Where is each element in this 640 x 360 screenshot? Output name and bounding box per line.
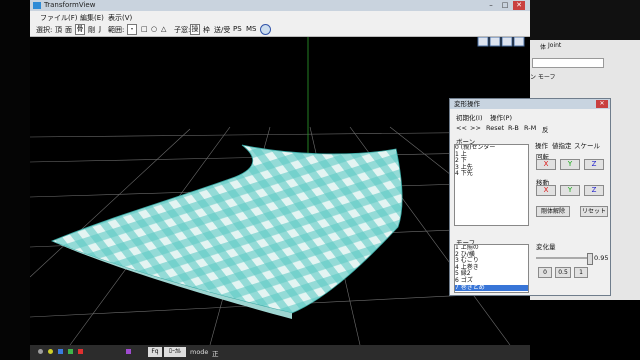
- dialog-title: 変形操作: [450, 99, 610, 109]
- variation-label: 変化量: [536, 243, 556, 251]
- nav-reset[interactable]: Reset: [486, 124, 504, 132]
- preset-half-button[interactable]: 0.5: [555, 267, 571, 278]
- child-ms[interactable]: MS: [246, 25, 256, 33]
- select-bone[interactable]: 骨: [75, 24, 85, 35]
- menu-operation[interactable]: 操作(P): [490, 112, 512, 122]
- maximize-button[interactable]: □: [499, 1, 511, 10]
- gizmo-icons[interactable]: [477, 37, 525, 47]
- variation-slider[interactable]: [536, 253, 593, 265]
- cloth-mesh: [50, 144, 403, 319]
- desktop-background: [0, 0, 30, 360]
- child-frame[interactable]: 枠: [203, 25, 210, 35]
- move-x-button[interactable]: X: [536, 185, 556, 196]
- bone-item[interactable]: 4 下先: [455, 171, 528, 178]
- bg-morph-label: ン モーフ: [530, 74, 556, 81]
- select-vertex[interactable]: 頂: [55, 25, 62, 35]
- select-joint[interactable]: J: [99, 25, 101, 33]
- morph-item-selected[interactable]: 7 巻きとめ: [455, 284, 528, 292]
- release-rigid-button[interactable]: 剛体解除: [536, 206, 570, 217]
- range-poly[interactable]: △: [161, 25, 166, 33]
- move-y-button[interactable]: Y: [560, 185, 580, 196]
- rotate-x-button[interactable]: X: [536, 159, 556, 170]
- select-label: 選択:: [36, 26, 53, 34]
- status-local[interactable]: ﾛｰｶﾙ: [164, 347, 186, 357]
- slider-thumb[interactable]: [587, 253, 593, 265]
- background-window-titlebar: [530, 0, 640, 40]
- select-rigid[interactable]: 剛: [88, 25, 95, 35]
- range-label: 範囲:: [108, 26, 125, 34]
- window-title: TransformView: [44, 1, 96, 9]
- tab-operate[interactable]: 操作: [535, 140, 548, 150]
- mode-label: mode: [190, 348, 209, 356]
- nav-rm[interactable]: R-M: [524, 124, 536, 132]
- variation-value: 0.95: [594, 254, 609, 262]
- child-label: 子窓:: [174, 26, 191, 34]
- menu-view[interactable]: 表示(V): [108, 13, 132, 23]
- nav-prev[interactable]: <<: [456, 124, 467, 132]
- menu-initialize[interactable]: 初期化(I): [456, 112, 483, 122]
- triangle-icon-red[interactable]: [78, 349, 83, 354]
- nav-reverse[interactable]: 反: [542, 124, 549, 134]
- rotate-z-button[interactable]: Z: [584, 159, 604, 170]
- bg-tab-joint[interactable]: Joint: [548, 42, 561, 49]
- minimize-button[interactable]: –: [485, 1, 497, 10]
- child-ps[interactable]: PS: [233, 25, 242, 33]
- status-bar: Fq ﾛｰｶﾙ mode 正: [30, 345, 530, 360]
- dot-icon-yellow[interactable]: [48, 349, 53, 354]
- menu-edit[interactable]: 編集(E): [80, 13, 104, 23]
- mode-value[interactable]: 正: [212, 348, 219, 358]
- range-point[interactable]: ・: [127, 24, 137, 35]
- nav-rb[interactable]: R-B: [508, 124, 519, 132]
- camera-icon[interactable]: [260, 24, 271, 35]
- dialog-close-button[interactable]: ✕: [596, 100, 608, 108]
- square-icon-green[interactable]: [68, 349, 73, 354]
- rotate-y-button[interactable]: Y: [560, 159, 580, 170]
- toolbar: 選択: 頂 面 骨 剛 J 範囲: ・ □ ○ △ 子窓: 操 枠 送/受 PS…: [30, 23, 530, 37]
- reset-button[interactable]: リセット: [580, 206, 608, 217]
- bg-tab-body[interactable]: 体: [540, 42, 546, 51]
- child-sendrecv[interactable]: 送/受: [214, 25, 230, 35]
- nav-next[interactable]: >>: [470, 124, 481, 132]
- child-operate[interactable]: 操: [190, 24, 200, 35]
- tab-value[interactable]: 値指定: [552, 140, 572, 150]
- range-circle[interactable]: ○: [151, 25, 157, 33]
- app-icon: [33, 2, 41, 9]
- close-button[interactable]: ✕: [513, 1, 525, 10]
- bg-input[interactable]: [532, 58, 604, 68]
- tab-scale[interactable]: スケール: [574, 140, 600, 150]
- menu-file[interactable]: ファイル(F): [40, 13, 78, 23]
- preset-0-button[interactable]: 0: [538, 267, 552, 278]
- menu-bar: ファイル(F) 編集(E) 表示(V): [30, 11, 530, 23]
- range-rect[interactable]: □: [141, 25, 148, 33]
- transform-dialog: 変形操作 ✕ 初期化(I) 操作(P) << >> Reset R-B R-M …: [449, 98, 611, 296]
- square-icon-blue[interactable]: [58, 349, 63, 354]
- morph-list[interactable]: 1 上揃の 2 ひ/横 3 むごり 4 上巻き 5 縁2 6 ゴズ 7 巻きとめ: [454, 244, 529, 293]
- select-face[interactable]: 面: [65, 25, 72, 35]
- dot-icon[interactable]: [38, 349, 43, 354]
- square-icon-purple[interactable]: [126, 349, 131, 354]
- move-z-button[interactable]: Z: [584, 185, 604, 196]
- preset-1-button[interactable]: 1: [574, 267, 588, 278]
- status-fq[interactable]: Fq: [148, 347, 162, 357]
- bone-list[interactable]: 0 (親)センター 1 上 2 下 3 上先 4 下先: [454, 144, 529, 226]
